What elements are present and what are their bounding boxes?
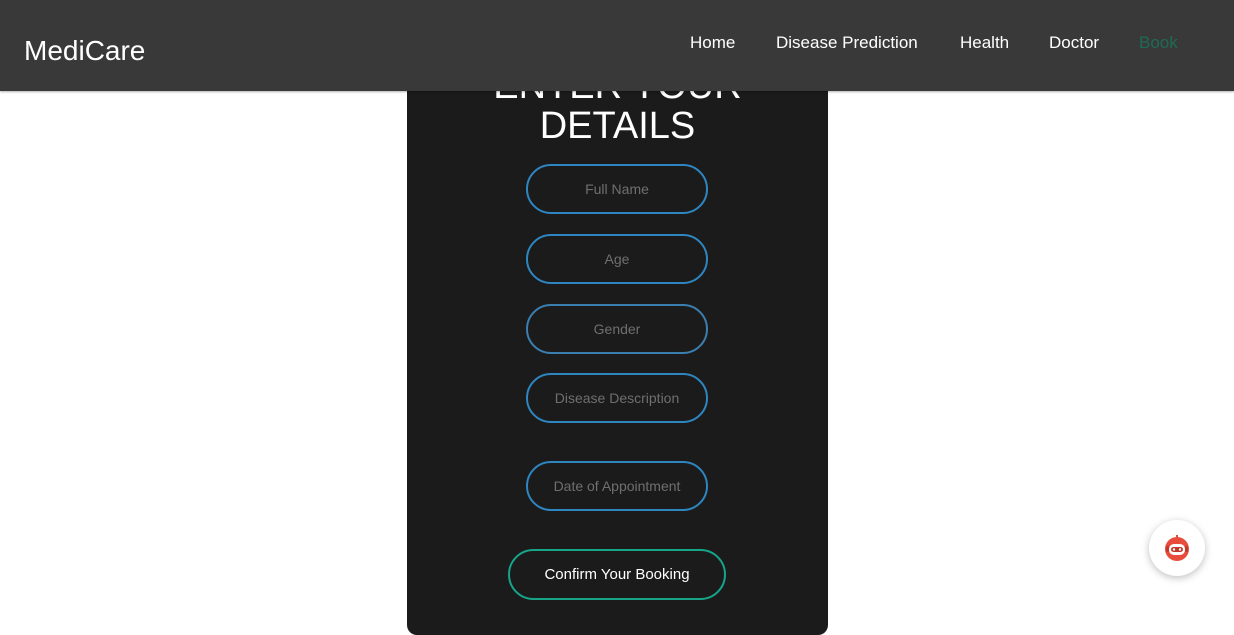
- nav-disease-prediction[interactable]: Disease Prediction: [776, 32, 918, 54]
- brand-logo[interactable]: MediCare: [24, 33, 145, 69]
- nav-doctor[interactable]: Doctor: [1049, 32, 1099, 54]
- nav-book[interactable]: Book: [1139, 32, 1178, 54]
- confirm-booking-button[interactable]: Confirm Your Booking: [508, 549, 726, 600]
- age-input[interactable]: [526, 234, 708, 284]
- gender-input[interactable]: [526, 304, 708, 354]
- booking-form-card: ENTER YOUR DETAILS Confirm Your Booking: [407, 40, 828, 635]
- page: ENTER YOUR DETAILS Confirm Your Booking …: [0, 0, 1234, 635]
- appointment-date-input[interactable]: [526, 461, 708, 511]
- nav-home[interactable]: Home: [690, 32, 735, 54]
- full-name-input[interactable]: [526, 164, 708, 214]
- top-navbar: MediCare Home Disease Prediction Health …: [0, 0, 1234, 91]
- chatbot-icon: [1165, 535, 1189, 561]
- chatbot-launcher-button[interactable]: [1149, 520, 1205, 576]
- form-title-line2: DETAILS: [539, 105, 696, 147]
- disease-description-input[interactable]: [526, 373, 708, 423]
- nav-health[interactable]: Health: [960, 32, 1009, 54]
